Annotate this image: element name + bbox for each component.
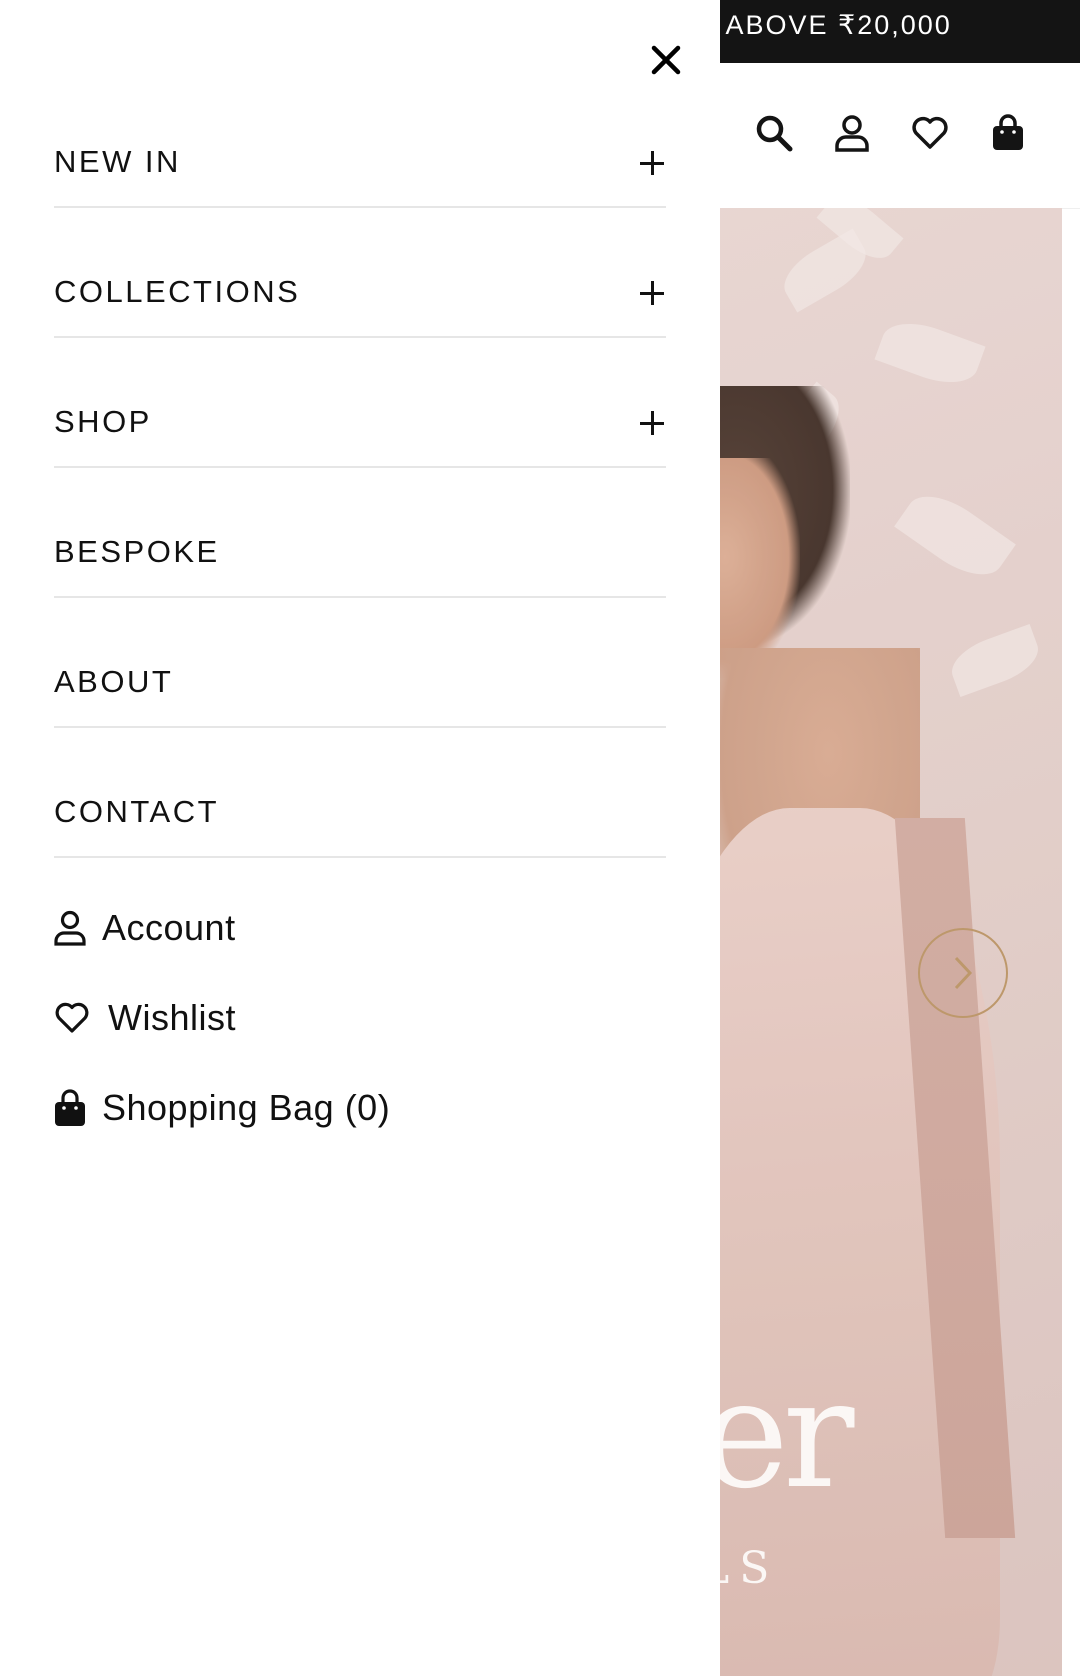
shopping-bag-link[interactable]: Shopping Bag (0) — [54, 1078, 614, 1138]
nav-item-new-in[interactable]: NEW IN — [54, 80, 666, 208]
drawer-nav: NEW IN COLLECTIONS SHOP BESPOKE ABOUT CO… — [54, 80, 666, 858]
bag-icon — [54, 1088, 86, 1128]
nav-item-label: BESPOKE — [54, 534, 220, 569]
wishlist-label: Wishlist — [108, 997, 236, 1038]
account-icon — [54, 908, 86, 948]
plus-icon[interactable] — [640, 150, 666, 176]
wishlist-link[interactable]: Wishlist — [54, 988, 614, 1048]
nav-item-label: CONTACT — [54, 794, 220, 829]
nav-item-about[interactable]: ABOUT — [54, 600, 666, 728]
nav-item-label: ABOUT — [54, 664, 174, 699]
close-button[interactable] — [644, 38, 688, 82]
nav-item-contact[interactable]: CONTACT — [54, 730, 666, 858]
heart-icon — [54, 998, 92, 1038]
account-link[interactable]: Account — [54, 898, 614, 958]
nav-item-bespoke[interactable]: BESPOKE — [54, 470, 666, 598]
nav-item-label: NEW IN — [54, 144, 181, 179]
nav-item-collections[interactable]: COLLECTIONS — [54, 210, 666, 338]
nav-item-label: SHOP — [54, 404, 152, 439]
menu-drawer: NEW IN COLLECTIONS SHOP BESPOKE ABOUT CO… — [0, 0, 720, 1676]
nav-item-label: COLLECTIONS — [54, 274, 301, 309]
plus-icon[interactable] — [640, 410, 666, 436]
plus-icon[interactable] — [640, 280, 666, 306]
account-label: Account — [102, 907, 236, 948]
close-icon — [651, 45, 681, 75]
nav-item-shop[interactable]: SHOP — [54, 340, 666, 468]
shopping-bag-label: Shopping Bag (0) — [102, 1087, 391, 1128]
